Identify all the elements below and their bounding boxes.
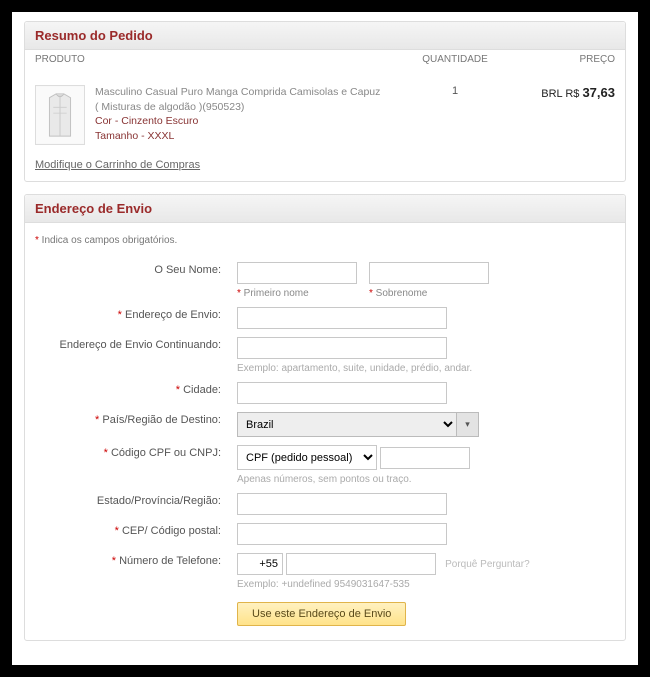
use-address-button[interactable]: Use este Endereço de Envio [237,602,406,626]
label-cpf: Código CPF ou CNPJ: [104,447,221,459]
order-summary-panel: Resumo do Pedido PRODUTO QUANTIDADE PREÇ… [24,21,626,182]
state-input[interactable] [237,493,447,515]
label-name: O Seu Nome: [35,258,235,303]
attr-color-value: Cinzento Escuro [121,115,198,127]
order-columns: PRODUTO QUANTIDADE PREÇO [25,50,625,73]
phone-input[interactable] [286,553,436,575]
checkout-page: Resumo do Pedido PRODUTO QUANTIDADE PREÇ… [12,12,638,665]
shipping-form: O Seu Nome: Primeiro nome Sobrenome [35,258,615,630]
attr-size-label: Tamanho - [95,130,148,142]
label-state: Estado/Província/Região: [35,489,235,519]
product-thumbnail[interactable] [35,85,85,145]
label-city: Cidade: [176,384,221,396]
attr-size-value: XXXL [148,130,175,142]
cpf-type-select[interactable]: CPF (pedido pessoal) [237,445,377,470]
cpf-input[interactable] [380,447,470,469]
modify-cart-link[interactable]: Modifique o Carrinho de Compras [35,159,200,171]
address2-input[interactable] [237,337,447,359]
product-name: Masculino Casual Puro Manga Comprida Cam… [95,85,385,114]
label-zip: CEP/ Código postal: [115,525,221,537]
attr-color-label: Cor - [95,115,121,127]
last-name-sublabel: Sobrenome [369,288,489,299]
first-name-sublabel: Primeiro nome [237,288,357,299]
phone-why-link[interactable]: Porquê Perguntar? [445,559,530,570]
phone-hint: Exemplo: +undefined 9549031647-535 [237,579,613,590]
product-qty: 1 [385,85,525,97]
shipping-title: Endereço de Envio [25,195,625,223]
label-addr2: Endereço de Envio Continuando: [35,333,235,378]
addr-hint: Exemplo: apartamento, suite, unidade, pr… [237,363,613,374]
product-description: Masculino Casual Puro Manga Comprida Cam… [95,85,385,144]
required-hint: Indica os campos obrigatórios. [35,235,615,246]
product-price: BRL R$ 37,63 [525,85,615,100]
col-qty: QUANTIDADE [385,54,525,65]
city-input[interactable] [237,382,447,404]
label-addr1: Endereço de Envio: [118,309,221,321]
col-product: PRODUTO [35,54,385,65]
label-country: País/Região de Destino: [95,414,221,426]
country-select[interactable]: Brazil [237,412,457,437]
chevron-down-icon[interactable]: ▾ [457,412,479,437]
order-summary-title: Resumo do Pedido [25,22,625,50]
last-name-input[interactable] [369,262,489,284]
first-name-input[interactable] [237,262,357,284]
col-price: PREÇO [525,54,615,65]
order-item-row: Masculino Casual Puro Manga Comprida Cam… [35,83,615,153]
label-phone: Número de Telefone: [112,555,221,567]
address1-input[interactable] [237,307,447,329]
cpf-hint: Apenas números, sem pontos ou traço. [237,474,613,485]
zip-input[interactable] [237,523,447,545]
phone-cc-input[interactable] [237,553,283,575]
